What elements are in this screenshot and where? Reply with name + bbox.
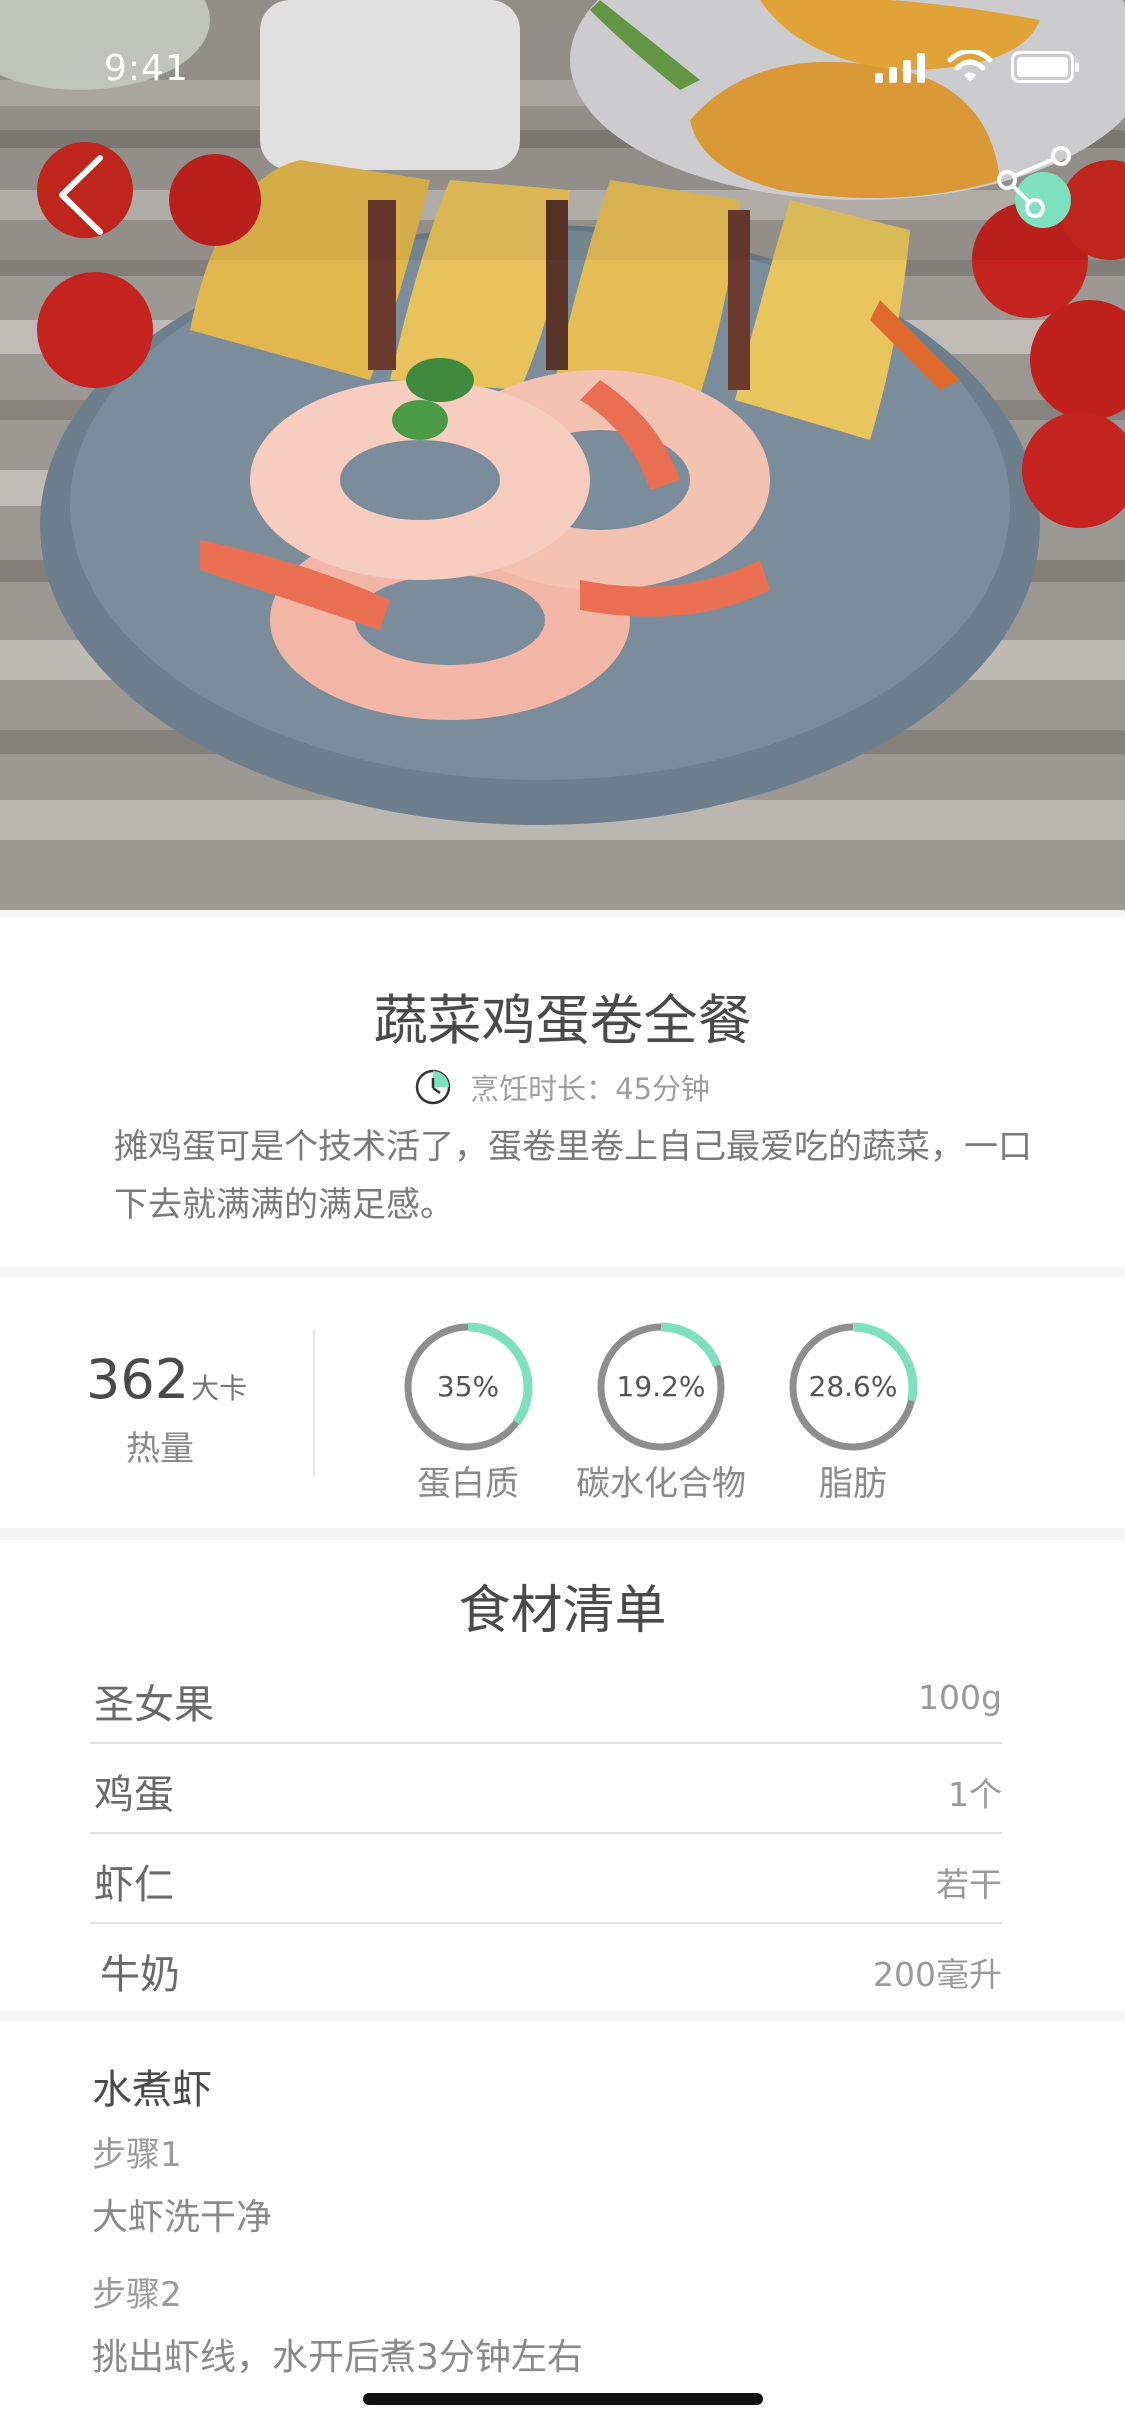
ingredient-row: 圣女果 100g bbox=[90, 1652, 1002, 1744]
back-button[interactable] bbox=[44, 150, 124, 240]
ingredients-title: 食材清单 bbox=[458, 1581, 667, 1641]
fat-label: 脂肪 bbox=[819, 1464, 887, 1504]
recipe-info-card: 蔬菜鸡蛋卷全餐 烹饪时长：45分钟 摊鸡蛋可是个技术活了，蛋卷里卷上自己最爱吃的… bbox=[0, 918, 1125, 1266]
hero-image bbox=[0, 0, 1125, 910]
steps-card: 水煮虾 步骤1 大虾洗干净 步骤2 挑出虾线，水开后煮3分钟左右 bbox=[0, 2022, 1125, 2436]
status-time: 9:41 bbox=[104, 48, 189, 89]
status-icons bbox=[875, 50, 1081, 84]
step-label: 步骤2 bbox=[92, 2275, 182, 2315]
step-text: 挑出虾线，水开后煮3分钟左右 bbox=[92, 2337, 583, 2378]
ingredient-row: 鸡蛋 1个 bbox=[90, 1742, 1002, 1834]
battery-icon bbox=[1011, 51, 1079, 83]
recipe-description: 摊鸡蛋可是个技术活了，蛋卷里卷上自己最爱吃的蔬菜，一口下去就满满的满足感。 bbox=[114, 1127, 1032, 1225]
ingredient-name: 圣女果 bbox=[94, 1682, 214, 1728]
share-icon bbox=[997, 146, 1071, 228]
chevron-left-icon bbox=[59, 155, 103, 235]
wifi-icon bbox=[947, 50, 993, 82]
fat-ring: 28.6% bbox=[786, 1320, 920, 1454]
protein-label: 蛋白质 bbox=[417, 1464, 519, 1504]
clock-icon bbox=[415, 1069, 451, 1105]
step-label: 步骤1 bbox=[92, 2135, 182, 2175]
recipe-title: 蔬菜鸡蛋卷全餐 bbox=[373, 989, 752, 1052]
carbs-percent: 19.2% bbox=[616, 1370, 706, 1403]
ingredient-row: 牛奶 200毫升 bbox=[90, 1922, 1002, 2012]
step-text: 大虾洗干净 bbox=[92, 2197, 273, 2238]
home-indicator[interactable] bbox=[363, 2393, 763, 2405]
calories-value: 362大卡 bbox=[86, 1348, 247, 1411]
step-section-title: 水煮虾 bbox=[92, 2067, 212, 2113]
calories-number: 362 bbox=[86, 1348, 190, 1411]
ingredient-name: 虾仁 bbox=[94, 1862, 174, 1908]
carbs-label: 碳水化合物 bbox=[576, 1464, 746, 1504]
share-button[interactable] bbox=[991, 140, 1081, 240]
protein-percent: 35% bbox=[436, 1370, 500, 1403]
cook-time-text: 烹饪时长：45分钟 bbox=[470, 1072, 711, 1106]
fat-percent: 28.6% bbox=[808, 1370, 898, 1403]
divider bbox=[313, 1330, 315, 1476]
calories-label: 热量 bbox=[126, 1429, 194, 1469]
calories-unit: 大卡 bbox=[191, 1372, 248, 1405]
ingredients-card: 食材清单 圣女果 100g 鸡蛋 1个 虾仁 若干 牛奶 200毫升 bbox=[0, 1540, 1125, 2010]
ingredient-row: 虾仁 若干 bbox=[90, 1832, 1002, 1924]
ingredient-name: 鸡蛋 bbox=[94, 1772, 174, 1818]
protein-ring: 35% bbox=[401, 1320, 535, 1454]
nutrition-card: 362大卡 热量 35% 蛋白质 19.2% 碳水化合物 28.6% 脂肪 bbox=[0, 1278, 1125, 1528]
signal-icon bbox=[875, 53, 925, 83]
status-bar: 9:41 bbox=[0, 0, 1125, 132]
ingredient-amount: 若干 bbox=[936, 1865, 1002, 1904]
carbs-ring: 19.2% bbox=[594, 1320, 728, 1454]
ingredient-amount: 200毫升 bbox=[873, 1955, 1002, 1994]
food-photo bbox=[0, 0, 1125, 910]
ingredient-amount: 1个 bbox=[948, 1775, 1002, 1814]
cook-time: 烹饪时长：45分钟 bbox=[0, 1066, 1125, 1108]
ingredient-amount: 100g bbox=[918, 1678, 1002, 1717]
ingredient-name: 牛奶 bbox=[100, 1952, 180, 1998]
